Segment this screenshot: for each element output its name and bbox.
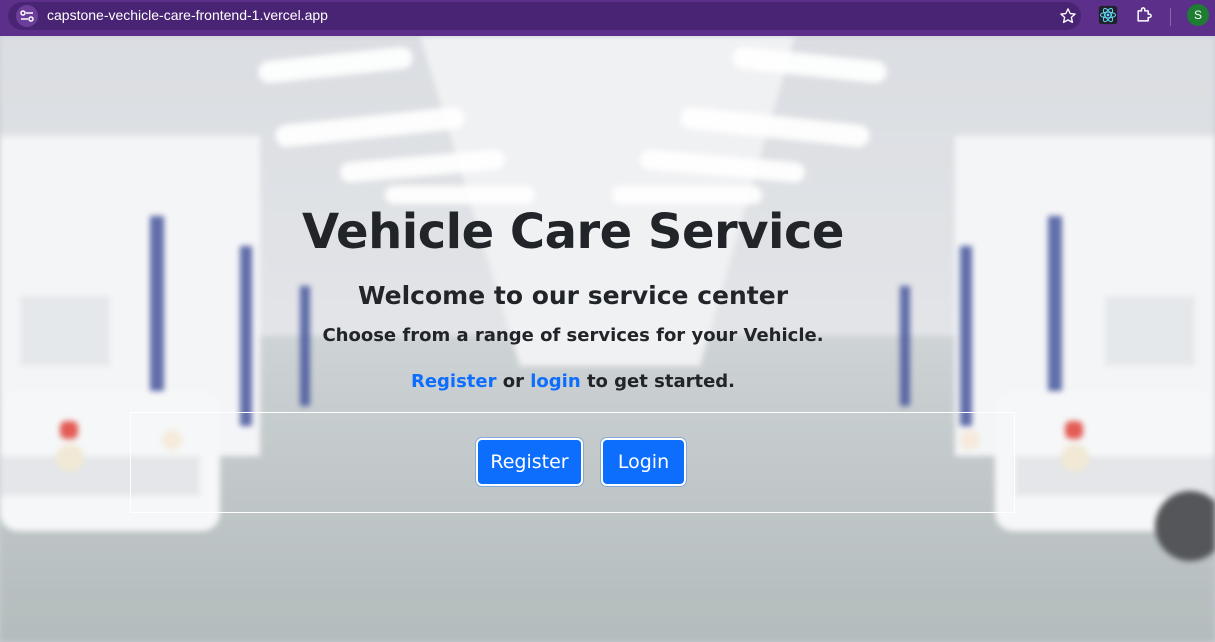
browser-toolbar: capstone-vechicle-care-frontend-1.vercel…	[0, 0, 1215, 36]
page-subtitle: Welcome to our service center	[357, 281, 789, 310]
url-text[interactable]: capstone-vechicle-care-frontend-1.vercel…	[47, 7, 328, 23]
get-started-suffix: to get started.	[580, 371, 736, 392]
register-link[interactable]: Register	[411, 371, 497, 392]
profile-avatar[interactable]: S	[1187, 4, 1209, 26]
page-tagline: Choose from a range of services for your…	[322, 325, 824, 346]
react-icon[interactable]	[1097, 4, 1119, 26]
tune-icon[interactable]	[16, 5, 38, 27]
puzzle-icon[interactable]	[1133, 4, 1155, 26]
register-button[interactable]: Register	[476, 438, 583, 486]
login-link[interactable]: login	[530, 371, 580, 392]
landing-page: Vehicle Care Service Welcome to our serv…	[0, 36, 1215, 642]
address-bar[interactable]: capstone-vechicle-care-frontend-1.vercel…	[8, 2, 1081, 30]
page-title: Vehicle Care Service	[302, 204, 844, 260]
get-started-text: Register or login to get started.	[0, 371, 1146, 392]
star-icon[interactable]	[1057, 5, 1079, 27]
or-text: or	[496, 371, 531, 392]
toolbar-divider	[1170, 8, 1171, 26]
login-button[interactable]: Login	[601, 438, 686, 486]
